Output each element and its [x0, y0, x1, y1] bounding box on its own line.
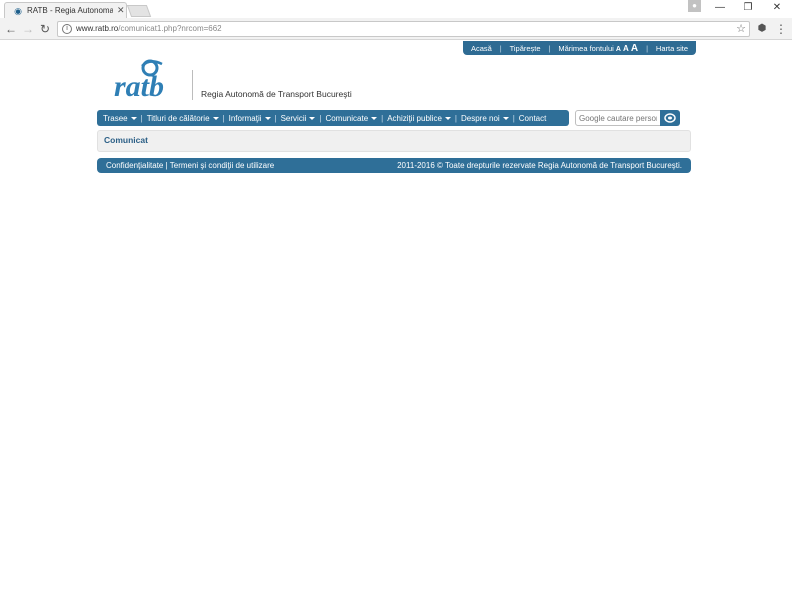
menu-trasee[interactable]: Trasee — [103, 114, 137, 123]
address-bar[interactable]: i www.ratb.ro/comunicat1.php?nrcom=662 ☆ — [57, 21, 750, 37]
new-tab-button[interactable] — [126, 5, 152, 17]
menu-separator: | — [274, 113, 277, 123]
forward-icon[interactable]: → — [20, 21, 36, 37]
menu-titluri[interactable]: Titluri de călătorie — [147, 114, 219, 123]
separator: | — [548, 43, 551, 53]
separator: | — [499, 43, 502, 53]
close-window-icon[interactable]: ✕ — [762, 0, 792, 16]
link-print[interactable]: Tipărește — [510, 44, 541, 53]
search-icon — [664, 113, 676, 123]
menu-separator: | — [222, 113, 225, 123]
search-input[interactable] — [575, 110, 661, 126]
info-icon[interactable]: i — [62, 24, 72, 34]
reload-icon[interactable]: ↻ — [37, 21, 53, 37]
footer-bar: Confidenţialitate | Termeni şi condiţii … — [97, 158, 691, 173]
chevron-down-icon — [502, 116, 509, 120]
menu-comunicate[interactable]: Comunicate — [325, 114, 378, 123]
tab-close-icon[interactable]: ✕ — [117, 5, 125, 16]
chevron-down-icon — [444, 116, 451, 120]
logo-divider — [192, 70, 193, 100]
font-size-label: Mărimea fontului — [558, 43, 614, 53]
font-medium-button[interactable]: A — [623, 44, 629, 53]
minimize-icon[interactable]: — — [705, 0, 735, 16]
menu-achizitii[interactable]: Achiziţii publice — [387, 114, 451, 123]
content-panel: Comunicat — [97, 130, 691, 152]
page-title: Comunicat — [104, 135, 148, 145]
profile-icon[interactable]: ● — [688, 0, 701, 12]
site-tagline: Regia Autonomă de Transport Bucureşti — [201, 89, 352, 99]
link-home[interactable]: Acasă — [471, 44, 492, 53]
svg-text:ratb: ratb — [114, 70, 164, 100]
extension-icon[interactable]: ⬢ — [754, 21, 770, 37]
bookmark-star-icon[interactable]: ☆ — [736, 22, 746, 36]
browser-titlebar: ◉ RATB - Regia Autonoma ✕ ● — ❐ ✕ — [0, 0, 792, 18]
restore-icon[interactable]: ❐ — [733, 0, 763, 16]
ratb-favicon-icon: ◉ — [14, 5, 22, 16]
footer-copyright: 2011-2016 © Toate drepturile rezervate R… — [397, 161, 682, 170]
ratb-logo[interactable]: ratb — [112, 58, 190, 103]
tab-title: RATB - Regia Autonoma — [27, 6, 113, 15]
browser-toolbar: ← → ↻ i www.ratb.ro/comunicat1.php?nrcom… — [0, 18, 792, 40]
menu-separator: | — [381, 113, 384, 123]
menu-separator: | — [454, 113, 457, 123]
url-text: www.ratb.ro/comunicat1.php?nrcom=662 — [76, 24, 222, 33]
search-button[interactable] — [660, 110, 680, 126]
main-menu: Trasee | Titluri de călătorie | Informaţ… — [97, 110, 569, 126]
chevron-down-icon — [212, 116, 219, 120]
chevron-down-icon — [130, 116, 137, 120]
menu-separator: | — [512, 113, 515, 123]
chevron-down-icon — [264, 116, 271, 120]
browser-tab[interactable]: ◉ RATB - Regia Autonoma ✕ — [4, 2, 127, 18]
back-icon[interactable]: ← — [3, 21, 19, 37]
chevron-down-icon — [371, 116, 378, 120]
menu-despre-noi[interactable]: Despre noi — [461, 114, 509, 123]
menu-kebab-icon[interactable]: ⋮ — [773, 21, 789, 37]
chevron-down-icon — [309, 116, 316, 120]
menu-separator: | — [319, 113, 322, 123]
menu-informatii[interactable]: Informaţii — [229, 114, 271, 123]
link-sitemap[interactable]: Harta site — [656, 44, 688, 53]
font-large-button[interactable]: A — [631, 43, 638, 54]
menu-contact[interactable]: Contact — [519, 114, 547, 123]
font-size-control: Mărimea fontului A A A — [558, 43, 638, 54]
menu-separator: | — [140, 113, 143, 123]
separator: | — [646, 43, 649, 53]
font-small-button[interactable]: A — [616, 46, 621, 53]
menu-servicii[interactable]: Servicii — [281, 114, 316, 123]
top-utility-nav: Acasă | Tipărește | Mărimea fontului A A… — [463, 41, 696, 55]
footer-links[interactable]: Confidenţialitate | Termeni şi condiţii … — [106, 161, 274, 170]
